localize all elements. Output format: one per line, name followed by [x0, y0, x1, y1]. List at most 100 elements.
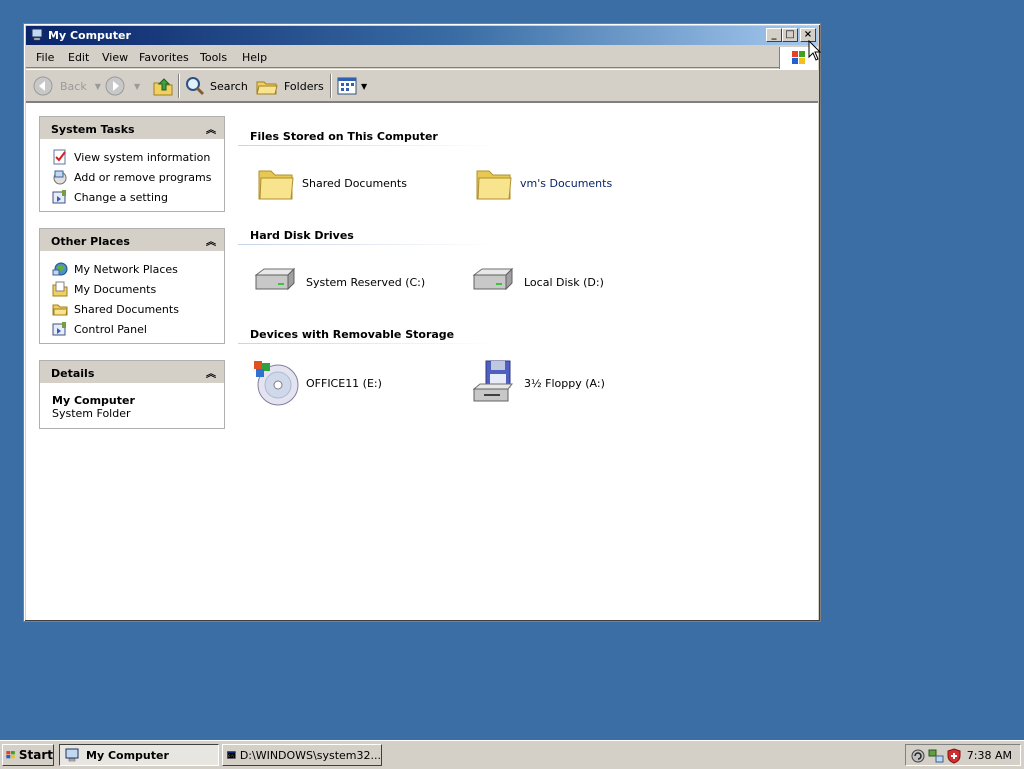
item-local-disk-d[interactable]: Local Disk (D:): [470, 265, 604, 299]
content-area: System Tasks ︽ View system information A…: [26, 102, 818, 620]
collapse-icon[interactable]: ︽: [206, 121, 216, 136]
task-label: Add or remove programs: [74, 170, 212, 184]
item-system-reserved-c[interactable]: System Reserved (C:): [252, 265, 425, 299]
cd-drive-icon: [254, 361, 299, 406]
place-shared-documents[interactable]: Shared Documents: [52, 299, 224, 319]
folders-icon: [256, 81, 278, 95]
update-icon[interactable]: [910, 748, 926, 764]
item-view: Files Stored on This Computer Shared Doc…: [236, 103, 818, 620]
floppy-drive-icon: [472, 360, 514, 402]
other-places-title: Other Places: [51, 235, 130, 248]
windows-flag-icon: [6, 751, 15, 759]
clock: 7:38 AM: [966, 749, 1012, 762]
place-label: Control Panel: [74, 322, 147, 336]
item-office11-e[interactable]: OFFICE11 (E:): [252, 359, 382, 407]
back-arrow-icon: [33, 76, 53, 96]
menu-bar: File Edit View Favorites Tools Help: [26, 47, 818, 69]
search-label: Search: [210, 79, 248, 93]
details-header[interactable]: Details ︽: [40, 361, 224, 383]
place-my-network-places[interactable]: My Network Places: [52, 259, 224, 279]
task-add-remove-programs[interactable]: Add or remove programs: [52, 167, 224, 187]
other-places-header[interactable]: Other Places ︽: [40, 229, 224, 251]
search-button[interactable]: Search: [184, 75, 248, 97]
svg-text:C:\: C:\: [228, 754, 234, 758]
task-label: D:\WINDOWS\system32...: [239, 748, 381, 762]
maximize-button[interactable]: □: [782, 28, 798, 42]
group-title-hard-disk-drives: Hard Disk Drives: [250, 229, 354, 242]
my-computer-window: My Computer _ □ × File Edit View Favorit…: [23, 23, 821, 622]
place-label: My Network Places: [74, 262, 178, 276]
folders-label: Folders: [284, 79, 324, 93]
menu-view[interactable]: View: [102, 51, 128, 64]
forward-button[interactable]: ▼: [104, 75, 140, 97]
place-my-documents[interactable]: My Documents: [52, 279, 224, 299]
views-button[interactable]: ▼: [336, 75, 367, 97]
item-floppy-a[interactable]: 3½ Floppy (A:): [470, 359, 605, 407]
my-computer-icon: [65, 748, 79, 762]
details-panel: Details ︽ My Computer System Folder: [39, 360, 225, 429]
menu-tools[interactable]: Tools: [200, 51, 227, 64]
item-vms-documents[interactable]: vm's Documents: [474, 163, 612, 203]
taskbar-button-command-prompt[interactable]: C:\ D:\WINDOWS\system32...: [222, 744, 382, 766]
system-tray: 7:38 AM: [905, 744, 1021, 766]
task-label: Change a setting: [74, 190, 168, 204]
system-tasks-title: System Tasks: [51, 123, 135, 136]
item-label: Shared Documents: [302, 176, 407, 190]
details-item-name: My Computer: [52, 394, 135, 407]
forward-arrow-icon: [105, 76, 125, 96]
control-panel-icon: [52, 190, 66, 204]
details-title: Details: [51, 367, 95, 380]
task-view-system-information[interactable]: View system information: [52, 147, 224, 167]
menu-help[interactable]: Help: [242, 51, 267, 64]
network-places-icon: [52, 262, 68, 276]
command-prompt-icon: C:\: [227, 751, 236, 759]
task-change-setting[interactable]: Change a setting: [52, 187, 224, 207]
network-icon[interactable]: [928, 748, 944, 764]
taskbar: Start My Computer C:\ D:\WINDOWS\system3…: [0, 740, 1024, 769]
views-dropdown-icon[interactable]: ▼: [361, 82, 367, 91]
details-item-type: System Folder: [52, 407, 131, 420]
start-button[interactable]: Start: [2, 744, 54, 766]
search-icon: [186, 77, 205, 96]
system-tasks-panel: System Tasks ︽ View system information A…: [39, 116, 225, 212]
back-dropdown-icon[interactable]: ▼: [95, 82, 101, 91]
title-bar[interactable]: My Computer _ □ ×: [26, 26, 818, 45]
folders-button[interactable]: Folders: [256, 75, 324, 97]
back-label: Back: [60, 79, 87, 93]
forward-dropdown-icon[interactable]: ▼: [134, 82, 140, 91]
task-label: My Computer: [86, 748, 169, 762]
menu-favorites[interactable]: Favorites: [139, 51, 189, 64]
other-places-panel: Other Places ︽ My Network Places My Docu…: [39, 228, 225, 344]
up-folder-icon: [153, 78, 173, 96]
menu-edit[interactable]: Edit: [68, 51, 89, 64]
item-label: 3½ Floppy (A:): [524, 376, 605, 390]
folder-icon: [258, 170, 294, 200]
collapse-icon[interactable]: ︽: [206, 233, 216, 248]
shared-folder-icon: [52, 304, 68, 316]
item-label: Local Disk (D:): [524, 275, 604, 289]
control-panel-icon: [52, 322, 66, 336]
task-label: View system information: [74, 150, 211, 164]
menu-file[interactable]: File: [36, 51, 54, 64]
security-shield-icon[interactable]: [946, 748, 962, 764]
taskbar-button-my-computer[interactable]: My Computer: [59, 744, 219, 766]
system-tasks-header[interactable]: System Tasks ︽: [40, 117, 224, 139]
add-remove-programs-icon: [53, 170, 67, 185]
place-label: Shared Documents: [74, 302, 179, 316]
system-info-icon: [53, 149, 66, 165]
window-title: My Computer: [48, 29, 131, 42]
hard-disk-icon: [472, 267, 514, 291]
my-computer-icon: [31, 28, 43, 41]
start-label: Start: [18, 748, 53, 762]
back-button[interactable]: Back ▼: [32, 75, 101, 97]
up-folder-button[interactable]: [152, 75, 174, 97]
place-control-panel[interactable]: Control Panel: [52, 319, 224, 339]
item-label: System Reserved (C:): [306, 275, 426, 289]
minimize-button[interactable]: _: [766, 28, 782, 42]
item-shared-documents[interactable]: Shared Documents: [256, 163, 407, 203]
collapse-icon[interactable]: ︽: [206, 365, 216, 380]
place-label: My Documents: [74, 282, 157, 296]
folder-icon: [476, 170, 512, 200]
item-label: OFFICE11 (E:): [306, 376, 382, 390]
group-title-removable-storage: Devices with Removable Storage: [250, 328, 455, 341]
